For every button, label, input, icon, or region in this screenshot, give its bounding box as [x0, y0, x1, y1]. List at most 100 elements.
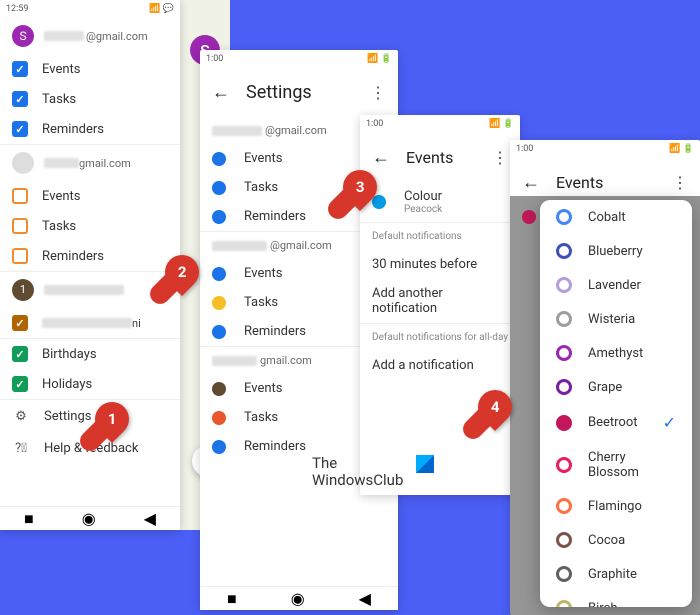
color-swatch-icon: [556, 600, 572, 607]
color-swatch-icon: [556, 566, 572, 582]
checkbox-row[interactable]: Tasks: [0, 84, 180, 114]
back-icon[interactable]: ←: [212, 82, 230, 103]
color-option-amethyst[interactable]: Amethyst: [540, 336, 692, 370]
color-option-birch[interactable]: Birch: [540, 591, 692, 607]
nav-home-icon[interactable]: ◉: [82, 509, 96, 528]
item-label: Events: [244, 381, 282, 396]
header: ← Settings ⋮: [200, 68, 398, 117]
checkbox-row[interactable]: ni: [0, 308, 180, 338]
color-option-beetroot[interactable]: Beetroot✓: [540, 404, 692, 441]
color-name: Amethyst: [588, 346, 643, 361]
redacted: [44, 158, 79, 168]
page-title: Events: [406, 148, 453, 167]
item-label: Reminders: [244, 209, 306, 224]
color-dot-icon: [212, 152, 226, 166]
colour-value: Peacock: [404, 204, 442, 215]
item-label: Birthdays: [42, 347, 97, 362]
colour-row[interactable]: Colour Peacock: [360, 182, 520, 222]
color-swatch-icon: [556, 457, 572, 473]
checkbox-row[interactable]: Reminders: [0, 114, 180, 144]
settings-label: Settings: [44, 409, 91, 424]
color-name: Cocoa: [588, 533, 625, 548]
color-dot-icon: [212, 411, 226, 425]
color-dot-icon: [212, 210, 226, 224]
help-icon: ?⃝: [12, 439, 30, 457]
checkbox-row[interactable]: Events: [0, 54, 180, 84]
overflow-icon[interactable]: ⋮: [370, 83, 386, 102]
item-label: Reminders: [244, 324, 306, 339]
color-swatch-icon: [556, 345, 572, 361]
page-title: Settings: [246, 82, 312, 103]
add-notification[interactable]: Add a notification: [360, 351, 520, 380]
color-option-cocoa[interactable]: Cocoa: [540, 523, 692, 557]
nav-home-icon[interactable]: ◉: [291, 589, 305, 608]
account-2[interactable]: gmail.com: [0, 144, 180, 181]
section-header: Default notifications: [360, 223, 520, 250]
checkbox-row[interactable]: Birthdays: [0, 339, 180, 369]
panel-events-detail: 1:00📶 🔋 ← Events ⋮ Colour Peacock Defaul…: [360, 115, 520, 495]
color-swatch-icon: [556, 311, 572, 327]
color-modal: Cobalt Blueberry Lavender Wisteria Amethyst G…: [540, 200, 692, 607]
color-swatch-icon: [556, 243, 572, 259]
nav-back-icon[interactable]: ◀: [359, 589, 371, 608]
status-bar: 1:00📶 🔋: [360, 115, 520, 133]
item-label: Events: [244, 266, 282, 281]
color-option-wisteria[interactable]: Wisteria: [540, 302, 692, 336]
back-icon[interactable]: ←: [522, 172, 540, 193]
color-name: Blueberry: [588, 244, 643, 259]
account-1[interactable]: S @gmail.com: [0, 18, 180, 54]
item-label: Events: [42, 189, 80, 204]
color-dot-icon: [212, 382, 226, 396]
color-option-flamingo[interactable]: Flamingo: [540, 489, 692, 523]
checkbox-row[interactable]: Tasks: [0, 211, 180, 241]
checkbox-icon: [12, 121, 28, 137]
gear-icon: ⚙: [12, 407, 30, 425]
color-swatch-icon: [556, 415, 572, 431]
color-name: Grape: [588, 380, 622, 395]
overflow-icon[interactable]: ⋮: [492, 148, 508, 167]
color-swatch-icon: [556, 498, 572, 514]
color-option-cherry-blossom[interactable]: Cherry Blossom: [540, 441, 692, 489]
color-option-grape[interactable]: Grape: [540, 370, 692, 404]
color-swatch-icon: [556, 379, 572, 395]
header: ← Events ⋮: [360, 133, 520, 182]
back-icon[interactable]: ←: [372, 147, 390, 168]
color-name: Graphite: [588, 567, 637, 582]
item-label: Tasks: [244, 180, 278, 195]
color-name: Cobalt: [588, 210, 626, 225]
color-swatch-icon: [556, 209, 572, 225]
checkbox-row[interactable]: Holidays: [0, 369, 180, 399]
color-name: Wisteria: [588, 312, 635, 327]
color-option-cobalt[interactable]: Cobalt: [540, 200, 692, 234]
nav-recent-icon[interactable]: ■: [227, 589, 237, 609]
status-bar: 1:00📶 🔋: [510, 140, 700, 158]
colour-label: Colour: [404, 189, 442, 204]
item-label: Reminders: [244, 439, 306, 454]
item-label: Reminders: [42, 249, 104, 264]
overflow-icon[interactable]: ⋮: [672, 173, 688, 192]
color-name: Cherry Blossom: [588, 450, 676, 480]
color-name: Beetroot: [588, 415, 638, 430]
checkbox-icon: [12, 248, 28, 264]
color-name: Birch: [588, 601, 618, 608]
color-option-graphite[interactable]: Graphite: [540, 557, 692, 591]
checkbox-icon: [12, 346, 28, 362]
panel-color-picker: 1:00📶 🔋 ← Events ⋮ CobaltBlueberryLavend…: [510, 140, 700, 615]
notification-row[interactable]: 30 minutes before: [360, 250, 520, 279]
color-dot-icon: [212, 325, 226, 339]
nav-recent-icon[interactable]: ■: [24, 509, 34, 529]
item-label: Tasks: [42, 92, 76, 107]
add-notification[interactable]: Add another notification: [360, 279, 520, 323]
avatar-icon: [12, 152, 34, 174]
nav-back-icon[interactable]: ◀: [144, 509, 156, 528]
checkbox-icon: [12, 91, 28, 107]
redacted: [42, 318, 132, 328]
item-label: Tasks: [244, 410, 278, 425]
item-label: Events: [244, 151, 282, 166]
checkbox-row[interactable]: Events: [0, 181, 180, 211]
checkbox-row[interactable]: Reminders: [0, 241, 180, 271]
avatar-icon: S: [12, 25, 34, 47]
color-option-blueberry[interactable]: Blueberry: [540, 234, 692, 268]
color-option-lavender[interactable]: Lavender: [540, 268, 692, 302]
item-label: Tasks: [42, 219, 76, 234]
